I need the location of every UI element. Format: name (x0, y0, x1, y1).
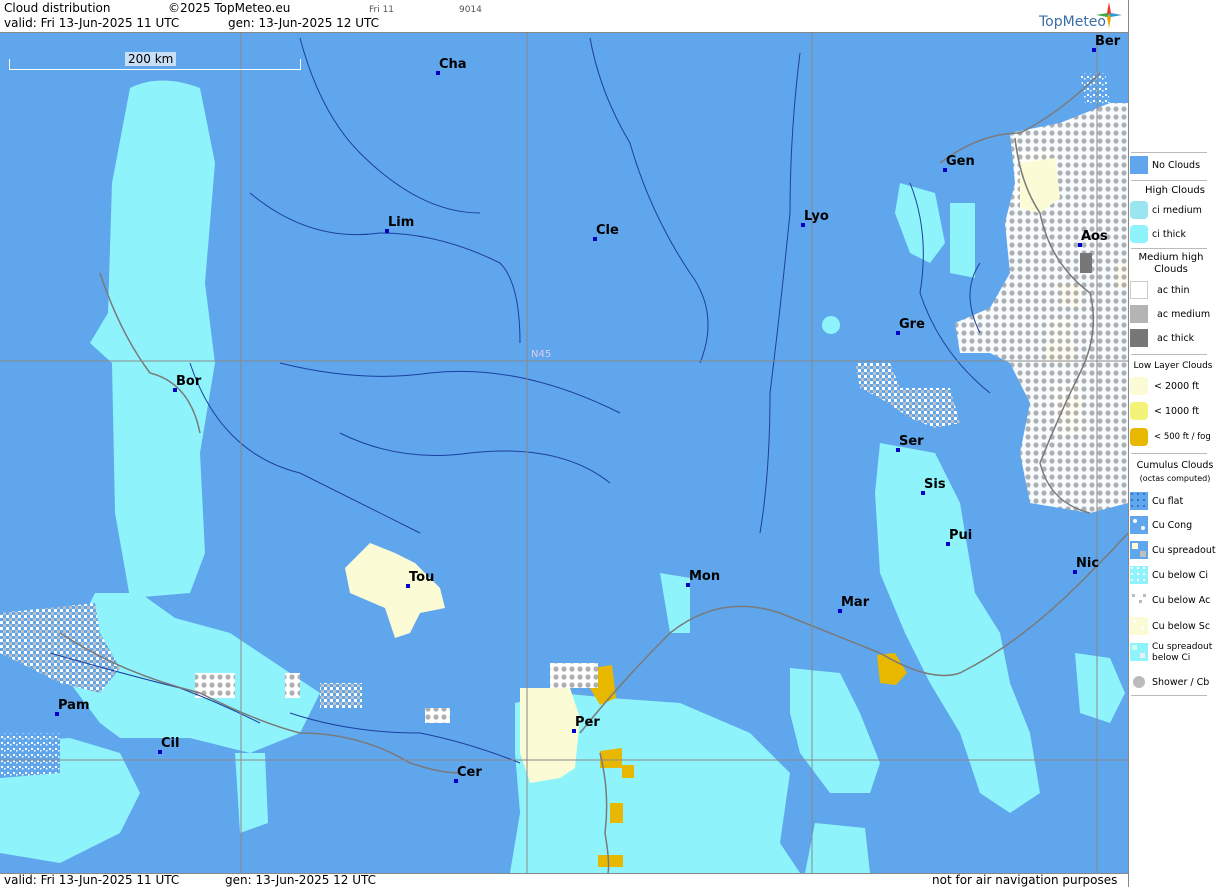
legend-cumulus: Cumulus Clouds (1136, 460, 1214, 471)
legend-lt500: < 500 ft / fog (1154, 432, 1211, 442)
legend-ac-thick: ac thick (1157, 333, 1195, 344)
footer-gen: gen: 13-Jun-2025 12 UTC (225, 873, 377, 887)
legend-cu-flat: Cu flat (1152, 496, 1184, 507)
legend-no-clouds: No Clouds (1152, 160, 1201, 171)
compass-star-icon (1096, 2, 1122, 28)
legend-high-clouds: High Clouds (1145, 185, 1205, 196)
legend-ci-medium: ci medium (1152, 205, 1202, 216)
ci-thick-swatch (1130, 225, 1148, 243)
footer-notice: not for air navigation purposes (932, 873, 1118, 887)
legend-lt2000: < 2000 ft (1154, 381, 1200, 392)
shower-swatch (1130, 673, 1148, 691)
legend: No Clouds High Clouds ci medium ci thick… (1128, 0, 1219, 887)
legend-cu-spreadout-below-ci: Cu spreadout below Ci (1152, 642, 1213, 663)
no-clouds-swatch (1130, 156, 1148, 174)
header-small-2: 9014 (459, 5, 482, 15)
legend-medium-high: Medium high Clouds (1138, 252, 1204, 275)
city-label: Aos (1081, 229, 1108, 244)
legend-ac-thin: ac thin (1157, 285, 1190, 296)
ac-medium-swatch (1130, 305, 1148, 323)
cloud-map[interactable]: 200 km N45 Cha Ber Lim Cle Lyo Gen Aos Gre Bor Se… (0, 33, 1128, 873)
city-label: Pui (949, 528, 973, 543)
footer-valid: valid: Fri 13-Jun-2025 11 UTC (4, 873, 180, 887)
city-label: Ber (1095, 34, 1121, 49)
header-small-1: Fri 11 (369, 5, 395, 15)
low-1000-swatch (1130, 402, 1148, 420)
copyright: ©2025 TopMeteo.eu (168, 1, 291, 15)
cu-cong-swatch (1130, 516, 1148, 534)
cu-below-sc-swatch (1130, 617, 1148, 635)
legend-shower: Shower / Cb (1152, 677, 1210, 688)
legend-lt1000: < 1000 ft (1154, 406, 1200, 417)
city-label: Lyo (804, 209, 829, 224)
footer: valid: Fri 13-Jun-2025 11 UTC gen: 13-Ju… (0, 873, 1128, 888)
city-label: Tou (409, 570, 435, 585)
city-label: Mar (841, 595, 870, 610)
latitude-label: N45 (531, 349, 552, 360)
city-label: Per (575, 715, 600, 730)
city-label: Pam (58, 698, 90, 713)
legend-cu-below-ac: Cu below Ac (1152, 595, 1211, 606)
header: Cloud distribution ©2025 TopMeteo.eu val… (0, 0, 1128, 33)
city-label: Mon (689, 569, 721, 584)
city-label: Cer (457, 765, 482, 780)
gen-time: gen: 13-Jun-2025 12 UTC (228, 16, 380, 30)
city-label: Cle (596, 223, 619, 238)
ac-thick-swatch (1130, 329, 1148, 347)
city-label: Gre (899, 317, 925, 332)
legend-ci-thick: ci thick (1152, 229, 1186, 240)
ac-thin-swatch (1130, 281, 1148, 299)
low-500-swatch (1130, 428, 1148, 446)
legend-cu-below-ci: Cu below Ci (1152, 570, 1209, 581)
ci-medium-swatch (1130, 201, 1148, 219)
cu-below-ci-swatch (1130, 566, 1148, 584)
valid-time: valid: Fri 13-Jun-2025 11 UTC (4, 16, 180, 30)
city-label: Cha (439, 57, 467, 72)
city-label: Gen (946, 154, 975, 169)
cu-spreadout-swatch (1130, 541, 1148, 559)
legend-cu-cong: Cu Cong (1152, 520, 1193, 531)
cu-flat-swatch (1130, 492, 1148, 510)
legend-cu-below-sc: Cu below Sc (1152, 621, 1211, 632)
legend-cu-spreadout: Cu spreadout (1152, 545, 1216, 556)
legend-low-layer: Low Layer Clouds (1133, 361, 1213, 371)
scale-label: 200 km (125, 52, 177, 66)
city-label: Ser (899, 434, 924, 449)
cu-below-ac-swatch (1130, 591, 1148, 609)
map-title: Cloud distribution (4, 1, 111, 15)
city-label: Bor (176, 374, 202, 389)
cu-spreadout-below-ci-swatch (1130, 643, 1148, 661)
city-label: Nic (1076, 556, 1100, 571)
city-label: Sis (924, 477, 946, 492)
city-label: Lim (388, 215, 415, 230)
legend-ac-medium: ac medium (1157, 309, 1211, 320)
legend-octas: (octas computed) (1139, 474, 1211, 483)
city-label: Cil (161, 736, 180, 751)
low-2000-swatch (1130, 377, 1148, 395)
